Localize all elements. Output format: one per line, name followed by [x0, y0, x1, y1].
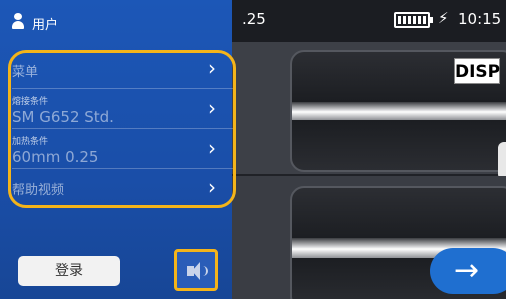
login-button[interactable]: 登录 — [18, 256, 120, 286]
menu-item-caption: 加热条件 — [12, 137, 49, 147]
chevron-right-icon: › — [208, 136, 216, 160]
side-tab-handle[interactable] — [498, 142, 506, 180]
chevron-right-icon: › — [208, 56, 216, 80]
menu-item-menu[interactable]: 菜单 › — [12, 52, 234, 89]
status-bar: .25 ⚡ 10:15 — [232, 0, 506, 42]
side-menu: 用户 菜单 › 熔接条件 SM G652 Std. › 加热条件 60mm 0.… — [0, 0, 236, 299]
charging-icon: ⚡ — [438, 9, 449, 27]
disp-button[interactable]: DISP — [454, 58, 500, 84]
user-icon — [12, 13, 24, 29]
status-left-text: .25 — [242, 10, 266, 28]
menu-item-heat-condition[interactable]: 加热条件 60mm 0.25 › — [12, 128, 234, 169]
next-arrow-button[interactable]: → — [430, 248, 506, 294]
menu-item-value: SM G652 Std. — [12, 108, 114, 126]
fusion-splicer-screen: .25 ⚡ 10:15 DISP → 用户 菜单 › 熔接条件 SM G652 … — [0, 0, 506, 299]
fiber-line-top — [292, 102, 506, 120]
user-label: 用户 — [32, 18, 59, 33]
clock: 10:15 — [458, 10, 502, 28]
menu-item-caption: 熔接条件 — [12, 97, 49, 107]
menu-item-label: 帮助视频 — [12, 183, 65, 198]
battery-icon — [394, 12, 433, 28]
speaker-icon — [187, 262, 209, 280]
menu-item-value: 60mm 0.25 — [12, 148, 99, 166]
chevron-right-icon: › — [208, 175, 216, 199]
menu-item-label: 菜单 — [12, 65, 39, 80]
menu-header[interactable]: 用户 — [0, 0, 232, 42]
sound-button[interactable] — [174, 249, 218, 291]
fiber-view-top: DISP — [232, 42, 506, 180]
menu-item-help-video[interactable]: 帮助视频 › — [12, 168, 234, 208]
menu-item-splice-condition[interactable]: 熔接条件 SM G652 Std. › — [12, 88, 234, 129]
chevron-right-icon: › — [208, 96, 216, 120]
